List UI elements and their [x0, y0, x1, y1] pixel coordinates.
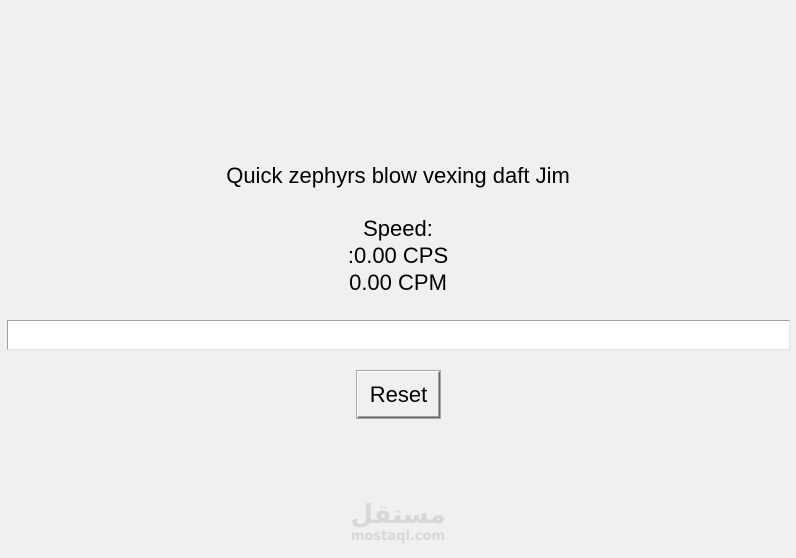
reset-button[interactable]: Reset: [357, 371, 440, 418]
speed-label: Speed:: [363, 216, 433, 241]
watermark-logo: مستقل: [350, 500, 446, 530]
cps-value: :0.00 CPS: [347, 243, 449, 268]
typing-input[interactable]: [7, 320, 790, 350]
typing-speed-window: Quick zephyrs blow vexing daft Jim Speed…: [0, 0, 796, 558]
prompt-sentence: Quick zephyrs blow vexing daft Jim: [226, 163, 570, 188]
watermark: مستقل mostaql.com: [0, 500, 796, 544]
speed-display: Speed: :0.00 CPS 0.00 CPM: [0, 215, 796, 296]
watermark-domain: mostaql.com: [350, 529, 446, 544]
cpm-value: 0.00 CPM: [349, 270, 447, 295]
